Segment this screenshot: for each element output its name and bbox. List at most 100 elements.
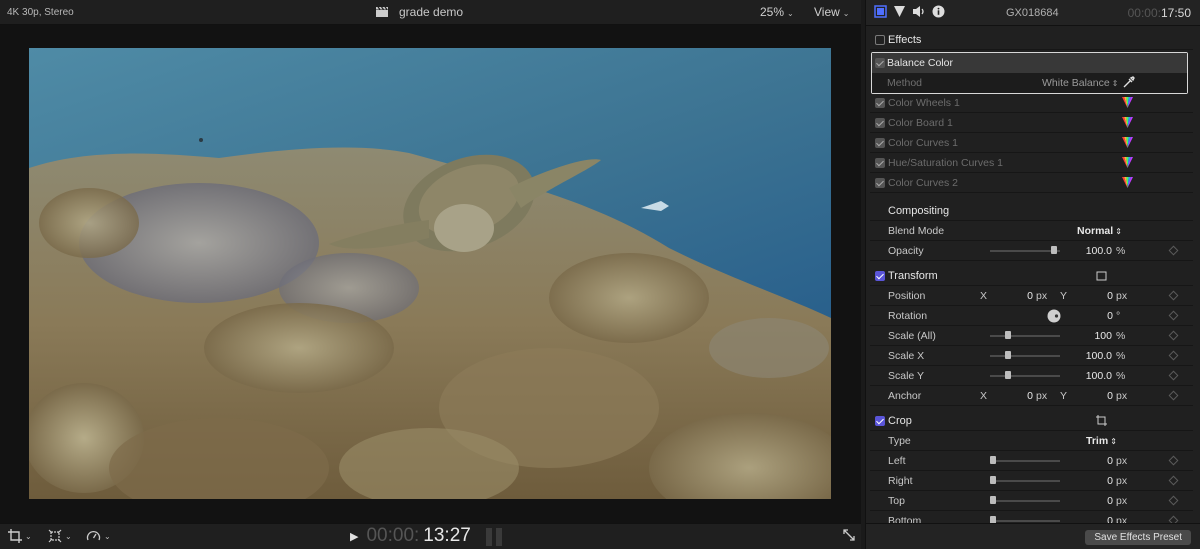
playhead-timecode[interactable]: ▶ 00:00: 13:27 — [350, 525, 471, 547]
crop-left-keyframe-icon[interactable] — [1168, 455, 1179, 466]
crop-header-label: Crop — [888, 415, 912, 427]
scale-all-label: Scale (All) — [888, 330, 936, 342]
effect-item-checkbox[interactable] — [875, 178, 885, 188]
color-inspector-tab[interactable] — [893, 5, 906, 21]
scale-x-slider-knob[interactable] — [1005, 351, 1011, 359]
scale-y-slider[interactable] — [990, 371, 1060, 379]
crop-checkbox[interactable] — [875, 416, 885, 426]
scale-all-slider-knob[interactable] — [1005, 331, 1011, 339]
effect-item[interactable]: Color Wheels 1 — [870, 93, 1193, 113]
crop-bottom-slider-knob[interactable] — [990, 516, 996, 523]
rotation-keyframe-icon[interactable] — [1168, 310, 1179, 321]
crop-right-label: Right — [888, 475, 913, 487]
effect-item-label: Hue/Saturation Curves 1 — [888, 157, 1003, 169]
crop-right-slider[interactable] — [990, 476, 1060, 484]
anchor-x-value[interactable]: 0 — [1027, 390, 1033, 402]
play-icon[interactable]: ▶ — [350, 530, 358, 543]
anchor-keyframe-icon[interactable] — [1168, 390, 1179, 401]
effect-item[interactable]: Color Board 1 — [870, 113, 1193, 133]
crop-left-slider-knob[interactable] — [990, 456, 996, 464]
effect-item[interactable]: Color Curves 1 — [870, 133, 1193, 153]
blend-mode-popup[interactable]: Normal ⇕ — [1077, 225, 1122, 237]
viewer-canvas[interactable] — [0, 25, 861, 523]
effect-item-checkbox[interactable] — [875, 138, 885, 148]
format-info: 4K 30p, Stereo — [7, 7, 74, 18]
crop-bottom-slider[interactable] — [990, 516, 1060, 523]
color-mask-icon[interactable] — [1122, 117, 1133, 128]
crop-bottom-unit: px — [1116, 515, 1128, 523]
position-y-unit: px — [1116, 290, 1128, 302]
effect-item[interactable]: Hue/Saturation Curves 1 — [870, 153, 1193, 173]
crop-type-popup[interactable]: Trim ⇕ — [1086, 435, 1117, 447]
transform-checkbox[interactable] — [875, 271, 885, 281]
opacity-value[interactable]: 100.0 — [1086, 245, 1112, 257]
crop-bottom-row: Bottom 0 px — [870, 511, 1193, 523]
effects-header-label: Effects — [888, 34, 922, 46]
scale-x-slider[interactable] — [990, 351, 1060, 359]
crop-top-keyframe-icon[interactable] — [1168, 495, 1179, 506]
crop-right-keyframe-icon[interactable] — [1168, 475, 1179, 486]
crop-right-value[interactable]: 0 — [1107, 475, 1113, 487]
scale-all-slider[interactable] — [990, 331, 1060, 339]
rotation-dial-icon[interactable] — [1047, 309, 1061, 323]
scale-y-slider-knob[interactable] — [1005, 371, 1011, 379]
view-menu[interactable]: View ⌄ — [814, 5, 850, 19]
color-mask-icon[interactable] — [1122, 137, 1133, 148]
color-mask-icon[interactable] — [1122, 177, 1133, 188]
effect-item-checkbox[interactable] — [875, 98, 885, 108]
audio-inspector-tab[interactable] — [912, 5, 926, 21]
crop-bottom-value[interactable]: 0 — [1107, 515, 1113, 523]
anchor-y-unit: px — [1116, 390, 1128, 402]
effect-item[interactable]: Color Curves 2 — [870, 173, 1193, 193]
crop-tool-menu[interactable]: ⌄ — [8, 529, 32, 543]
anchor-row: Anchor X 0 px Y 0 px — [870, 386, 1193, 406]
opacity-slider[interactable] — [990, 246, 1060, 254]
rotation-value[interactable]: 0 — [1107, 310, 1113, 322]
video-inspector-tab[interactable] — [874, 5, 887, 21]
position-y-value[interactable]: 0 — [1107, 290, 1113, 302]
audio-meter-left — [486, 528, 492, 546]
save-effects-preset-button[interactable]: Save Effects Preset — [1085, 530, 1191, 545]
scale-all-keyframe-icon[interactable] — [1168, 330, 1179, 341]
position-keyframe-icon[interactable] — [1168, 290, 1179, 301]
balance-color-effect[interactable]: Balance Color Method White Balance ⇕ — [871, 52, 1188, 94]
crop-top-value[interactable]: 0 — [1107, 495, 1113, 507]
viewer-panel: 4K 30p, Stereo grade demo 25% ⌄ View ⌄ ⌄… — [0, 0, 861, 549]
method-popup[interactable]: White Balance ⇕ — [1042, 77, 1118, 89]
crop-top-slider[interactable] — [990, 496, 1060, 504]
film-icon — [874, 5, 887, 18]
crop-top-slider-knob[interactable] — [990, 496, 996, 504]
info-inspector-tab[interactable] — [932, 5, 945, 21]
color-mask-icon[interactable] — [1122, 97, 1133, 108]
speed-tool-menu[interactable]: ⌄ — [86, 529, 111, 543]
effect-item-checkbox[interactable] — [875, 118, 885, 128]
scale-y-keyframe-icon[interactable] — [1168, 370, 1179, 381]
fullscreen-icon[interactable] — [843, 529, 855, 544]
color-mask-icon[interactable] — [1122, 157, 1133, 168]
zoom-menu[interactable]: 25% ⌄ — [760, 5, 794, 19]
effect-item-checkbox[interactable] — [875, 158, 885, 168]
chevron-down-icon: ⌄ — [104, 531, 111, 541]
opacity-keyframe-icon[interactable] — [1168, 245, 1179, 256]
opacity-row: Opacity 100.0 % — [870, 241, 1193, 261]
crop-right-slider-knob[interactable] — [990, 476, 996, 484]
crop-left-value[interactable]: 0 — [1107, 455, 1113, 467]
opacity-slider-knob[interactable] — [1050, 246, 1057, 254]
scale-y-value[interactable]: 100.0 — [1086, 370, 1112, 382]
inspector-footer: Save Effects Preset — [866, 523, 1200, 549]
position-x-value[interactable]: 0 — [1027, 290, 1033, 302]
crop-top-label: Top — [888, 495, 905, 507]
scale-all-value[interactable]: 100 — [1094, 330, 1112, 342]
transform-onscreen-icon[interactable] — [1096, 271, 1107, 281]
scale-x-value[interactable]: 100.0 — [1086, 350, 1112, 362]
effects-checkbox[interactable] — [875, 35, 885, 45]
balance-color-checkbox[interactable] — [875, 58, 885, 68]
transform-tool-menu[interactable]: ⌄ — [48, 529, 72, 543]
crop-bottom-keyframe-icon[interactable] — [1168, 515, 1179, 523]
crop-left-row: Left 0 px — [870, 451, 1193, 471]
crop-left-slider[interactable] — [990, 456, 1060, 464]
anchor-y-value[interactable]: 0 — [1107, 390, 1113, 402]
eyedropper-icon[interactable] — [1122, 76, 1135, 89]
crop-onscreen-icon[interactable] — [1096, 415, 1107, 426]
scale-x-keyframe-icon[interactable] — [1168, 350, 1179, 361]
